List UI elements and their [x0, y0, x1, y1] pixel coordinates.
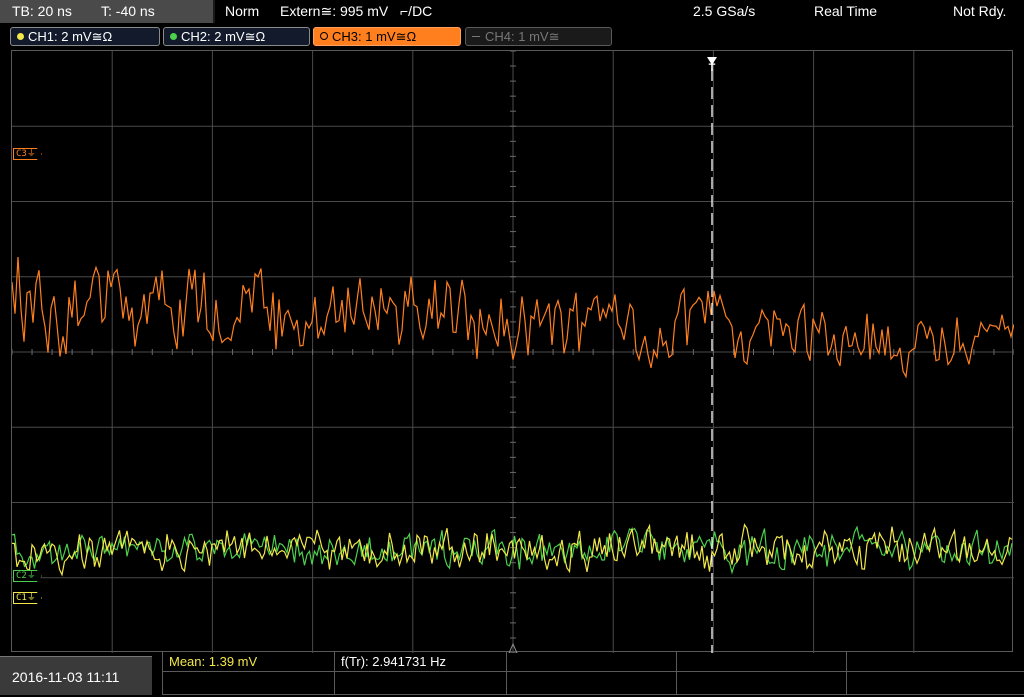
channel-tab-ch1[interactable]: CH1: 2 mV≅Ω	[10, 27, 160, 46]
channel-tab-ch2-label: CH2: 2 mV≅Ω	[181, 29, 266, 44]
measurement-slot-9[interactable]	[677, 672, 847, 695]
ch3-reference-marker[interactable]: C3⏚	[13, 148, 42, 160]
waveform-display[interactable]: C3⏚ C2⏚ C1⏚ T	[11, 50, 1014, 653]
measurement-slot-7[interactable]	[335, 672, 507, 695]
channel-tab-ch3[interactable]: CH3: 1 mV≅Ω	[313, 27, 461, 46]
run-state: Not Rdy.	[953, 3, 1007, 19]
trigger-source[interactable]: Extern≅: 995 mV	[280, 0, 388, 23]
status-bar: TB: 20 ns T: -40 ns Norm Extern≅: 995 mV…	[0, 0, 1024, 24]
channel-tab-ch3-label: CH3: 1 mV≅Ω	[332, 29, 417, 44]
waveform-canvas	[12, 51, 1014, 653]
frequency-measurement[interactable]: f(Tr): 2.941731 Hz	[335, 652, 507, 672]
trigger-slope[interactable]: ⌐/DC	[400, 0, 432, 23]
ch4-off-icon	[472, 36, 480, 37]
ch2-indicator-icon	[170, 33, 177, 40]
ch3-indicator-icon	[320, 32, 328, 40]
mean-measurement[interactable]: Mean: 1.39 mV	[163, 652, 335, 672]
channel-tab-ch4-label: CH4: 1 mV≅	[485, 29, 560, 44]
date-time-display: 2016-11-03 11:11	[0, 656, 152, 695]
trigger-mode[interactable]: Norm	[225, 0, 259, 23]
trigger-label: T	[708, 62, 716, 74]
measurement-slot-3[interactable]	[507, 652, 677, 672]
channel-tab-ch1-label: CH1: 2 mV≅Ω	[28, 29, 113, 44]
bottom-bar: 2016-11-03 11:11 Mean: 1.39 mV f(Tr): 2.…	[0, 652, 1024, 695]
acquisition-mode: Real Time	[814, 3, 878, 19]
measurement-slot-4[interactable]	[677, 652, 847, 672]
trigger-position-marker[interactable]: T	[707, 57, 717, 75]
channel-tab-ch2[interactable]: CH2: 2 mV≅Ω	[163, 27, 310, 46]
measurement-slot-8[interactable]	[507, 672, 677, 695]
timebase-panel[interactable]: TB: 20 ns T: -40 ns	[0, 0, 215, 23]
trigger-time-readout: T: -40 ns	[101, 3, 155, 19]
measurement-slot-5[interactable]	[847, 652, 1024, 672]
measurement-panel[interactable]: Mean: 1.39 mV f(Tr): 2.941731 Hz	[162, 652, 1024, 695]
channel-tab-ch4[interactable]: CH4: 1 mV≅	[465, 27, 612, 46]
ch1-reference-marker[interactable]: C1⏚	[13, 592, 42, 604]
measurement-slot-6[interactable]	[163, 672, 335, 695]
ch2-reference-marker[interactable]: C2⏚	[13, 570, 42, 582]
sample-rate: 2.5 GSa/s	[693, 3, 756, 19]
measurement-slot-10[interactable]	[847, 672, 1024, 695]
timebase-readout: TB: 20 ns	[12, 3, 72, 19]
ch1-indicator-icon	[17, 33, 24, 40]
